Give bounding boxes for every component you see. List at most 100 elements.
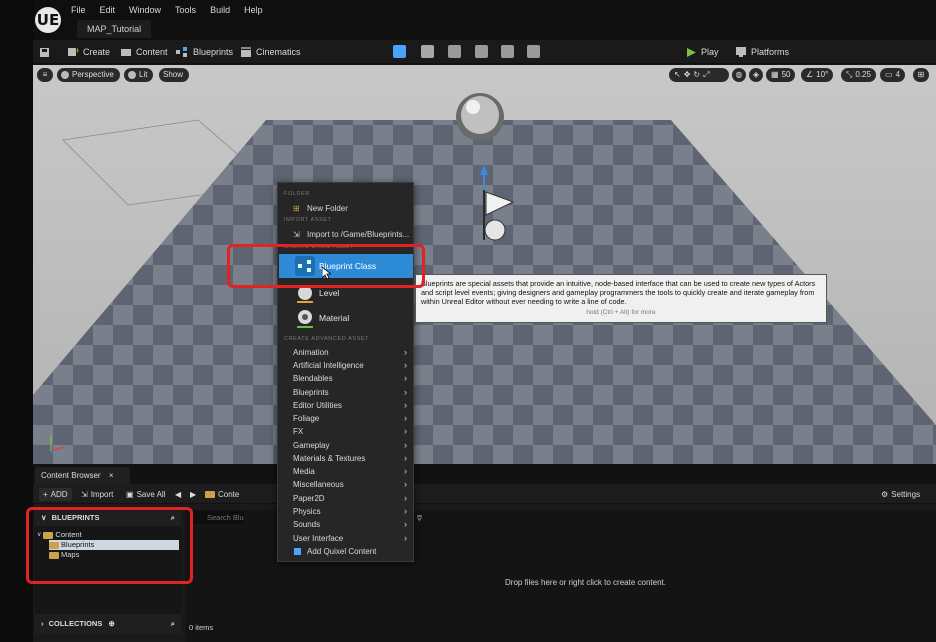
menu-edit[interactable]: Edit [100,5,116,15]
new-folder-icon: ⊞ [293,204,300,213]
mesh-paint-mode-icon[interactable] [475,45,488,58]
menu-item-gameplay[interactable]: Gameplay › [279,439,413,452]
play-button[interactable]: Play [686,44,719,60]
save-all-button[interactable]: ▣ Save All [126,488,165,501]
add-context-menu: FOLDER ⊞ New Folder IMPORT ASSET ⇲ Impor… [277,182,414,562]
import-label: Import [90,490,114,499]
content-button[interactable]: Content [120,44,168,60]
show-label: Show [163,70,184,79]
menu-item-blueprints[interactable]: Blueprints › [279,386,413,399]
menu-window[interactable]: Window [129,5,161,15]
maximize-viewport-button[interactable]: ⊞ [913,68,929,82]
material-item[interactable]: Material [279,306,413,330]
menu-item-label: Artificial Intelligence [293,361,364,370]
surface-snap-toggle[interactable]: ◈ [749,68,763,82]
select-tool-icon: ↖ [674,70,681,79]
forward-icon: ▶ [190,490,197,499]
menu-item-editor-utilities[interactable]: Editor Utilities › [279,399,413,412]
menu-item-foliage[interactable]: Foliage › [279,412,413,425]
blueprint-class-tooltip: Blueprints are special assets that provi… [415,274,827,323]
viewport-options-button[interactable]: ≡ [37,68,53,82]
menu-item-user-interface[interactable]: User Interface › [279,532,413,545]
menu-item-label: Blendables [293,374,333,383]
search-icon[interactable]: ⌕ [171,614,175,634]
history-back-button[interactable]: ◀ [175,488,181,501]
chevron-right-icon: › [404,373,407,383]
scale-snap-icon: ⤡ [846,70,853,79]
menu-item-label: Physics [293,507,321,516]
world-space-toggle[interactable]: ◍ [732,68,746,82]
menu-item-artificial-intelligence[interactable]: Artificial Intelligence › [279,359,413,372]
landscape-mode-icon[interactable] [421,45,434,58]
cinematics-button[interactable]: Cinematics [240,44,301,60]
menu-file[interactable]: File [71,5,86,15]
platforms-button[interactable]: Platforms [735,44,789,60]
add-quixel-label: Add Quixel Content [307,547,377,556]
perspective-label: Perspective [72,70,114,79]
menu-item-sounds[interactable]: Sounds › [279,518,413,531]
perspective-button[interactable]: Perspective [57,68,120,82]
level-tab[interactable]: MAP_Tutorial [77,20,152,38]
add-collection-icon[interactable]: ⊕ [108,619,114,628]
menu-bar: File Edit Window Tools Build Help [71,5,263,15]
menu-item-media[interactable]: Media › [279,465,413,478]
grid-snap[interactable]: ▦ 50 [766,68,796,82]
content-browser-tabstrip: Content Browser × [33,464,936,484]
content-browser-tab[interactable]: Content Browser × [35,467,130,484]
foliage-mode-icon[interactable] [448,45,461,58]
highlight-blueprints-folder [26,507,193,584]
item-count: 0 items [189,623,214,632]
level-viewport[interactable]: ≡ Perspective Lit Show ↖ ✥ ↻ ⤢ ◍ ◈ ▦ 50 [33,65,936,464]
menu-help[interactable]: Help [244,5,263,15]
menu-item-animation[interactable]: Animation › [279,346,413,359]
add-quixel-item[interactable]: Add Quixel Content [279,545,413,558]
chevron-right-icon: › [404,466,407,476]
content-browser-tab-label: Content Browser [41,471,101,480]
menu-build[interactable]: Build [210,5,230,15]
chevron-right-icon: › [404,413,407,423]
history-forward-button[interactable]: ▶ [190,488,196,501]
save-all-icon: ▣ [126,490,134,499]
menu-item-physics[interactable]: Physics › [279,505,413,518]
new-folder-item[interactable]: ⊞ New Folder [279,202,413,215]
platforms-icon [736,47,746,57]
camera-speed[interactable]: ▭ 4 [880,68,906,82]
search-input[interactable]: Search Blu [189,511,244,524]
import-icon: ⇲ [81,490,88,499]
blueprints-button[interactable]: Blueprints [175,44,233,60]
menu-item-fx[interactable]: FX › [279,425,413,438]
rotation-snap[interactable]: ∠ 10° [801,68,834,82]
chevron-right-icon: › [404,506,407,516]
import-button[interactable]: ⇲ Import [81,488,113,501]
lit-button[interactable]: Lit [124,68,154,82]
chevron-right-icon: › [41,619,44,628]
tooltip-text: Blueprints are special assets that provi… [421,279,816,306]
menu-item-miscellaneous[interactable]: Miscellaneous › [279,478,413,491]
import-to-item[interactable]: ⇲ Import to /Game/Blueprints... [279,228,413,241]
menu-item-label: Blueprints [293,388,329,397]
fracture-mode-icon[interactable] [501,45,514,58]
show-button[interactable]: Show [159,68,190,82]
transform-tools[interactable]: ↖ ✥ ↻ ⤢ [669,68,729,82]
path-breadcrumb[interactable]: Conte [205,488,239,501]
modeling-mode-icon[interactable] [527,45,540,58]
material-icon [297,310,313,328]
scale-snap[interactable]: ⤡ 0.25 [841,68,876,82]
menu-item-blendables[interactable]: Blendables › [279,372,413,385]
menu-item-materials-textures[interactable]: Materials & Textures › [279,452,413,465]
save-button[interactable] [39,44,50,60]
select-mode-icon[interactable] [393,45,406,58]
chevron-right-icon: › [404,533,407,543]
settings-button[interactable]: ⚙ Settings [881,488,920,501]
grid-snap-value: 50 [781,70,791,79]
menu-tools[interactable]: Tools [175,5,196,15]
create-button[interactable]: + Create [67,44,110,60]
unreal-logo: UE [35,7,61,33]
add-button[interactable]: + ADD [39,488,72,501]
menu-item-label: Miscellaneous [293,480,344,489]
filter-icon[interactable]: ⩢ [417,514,422,524]
menu-item-paper2d[interactable]: Paper2D › [279,492,413,505]
platforms-label: Platforms [751,47,790,57]
collections-header[interactable]: › COLLECTIONS ⊕ ⌕ [35,614,181,634]
close-tab-icon[interactable]: × [109,471,114,480]
